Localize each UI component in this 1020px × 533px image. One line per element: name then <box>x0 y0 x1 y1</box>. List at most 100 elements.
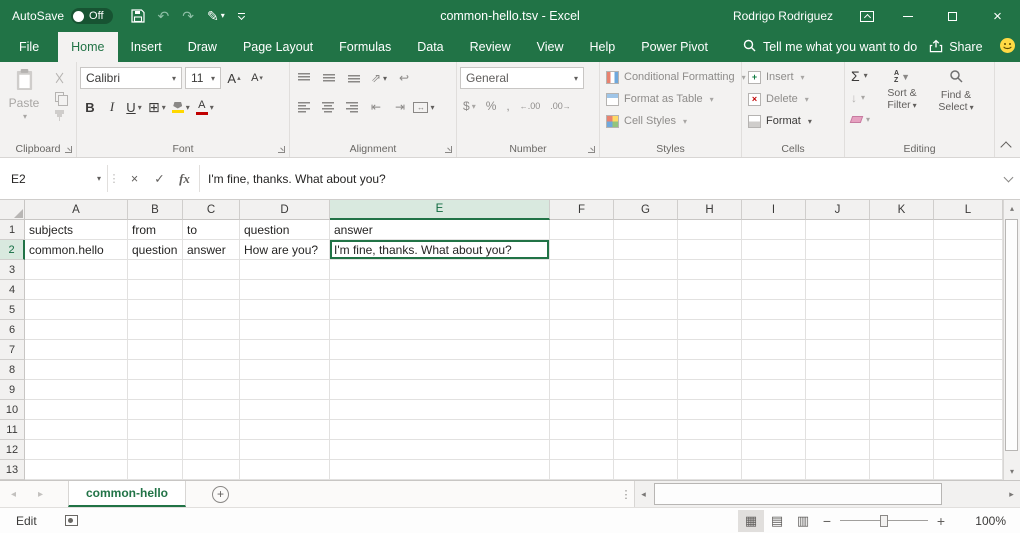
cell-C5[interactable] <box>183 300 240 320</box>
cell-B13[interactable] <box>128 460 183 480</box>
cell-E3[interactable] <box>330 260 550 280</box>
cell-B10[interactable] <box>128 400 183 420</box>
scroll-left-icon[interactable]: ◂ <box>635 481 652 507</box>
column-header-G[interactable]: G <box>614 200 678 220</box>
cell-H11[interactable] <box>678 420 742 440</box>
cell-C12[interactable] <box>183 440 240 460</box>
cell-I9[interactable] <box>742 380 806 400</box>
ribbon-tab-data[interactable]: Data <box>404 32 456 62</box>
comma-style-button[interactable]: , <box>503 96 512 116</box>
cell-K7[interactable] <box>870 340 934 360</box>
cell-F13[interactable] <box>550 460 614 480</box>
increase-font-size-button[interactable]: A▴ <box>224 67 244 89</box>
cell-A7[interactable] <box>25 340 128 360</box>
cell-H13[interactable] <box>678 460 742 480</box>
cell-J4[interactable] <box>806 280 870 300</box>
cell-J11[interactable] <box>806 420 870 440</box>
font-color-button[interactable]: A▾ <box>194 96 216 118</box>
borders-button[interactable]: ⊞▾ <box>146 96 168 118</box>
new-sheet-button[interactable]: + <box>212 486 229 503</box>
cell-D11[interactable] <box>240 420 330 440</box>
format-as-table-button[interactable]: Format as Table ▾ <box>603 90 738 108</box>
cell-C1[interactable]: to <box>183 220 240 240</box>
cell-A9[interactable] <box>25 380 128 400</box>
align-right-button[interactable] <box>341 96 363 118</box>
cell-L9[interactable] <box>934 380 1003 400</box>
decrease-indent-button[interactable]: ⇤ <box>365 96 387 118</box>
row-header-9[interactable]: 9 <box>0 380 25 400</box>
font-name-select[interactable]: Calibri ▾ <box>80 67 182 89</box>
cell-F8[interactable] <box>550 360 614 380</box>
cell-B1[interactable]: from <box>128 220 183 240</box>
cell-B7[interactable] <box>128 340 183 360</box>
cell-J13[interactable] <box>806 460 870 480</box>
wrap-text-button[interactable]: ↩ <box>393 67 415 89</box>
cell-B2[interactable]: question <box>128 240 183 260</box>
increase-indent-button[interactable]: ⇥ <box>389 96 411 118</box>
cell-E2[interactable]: I'm fine, thanks. What about you? <box>330 240 550 260</box>
cell-B8[interactable] <box>128 360 183 380</box>
cell-F10[interactable] <box>550 400 614 420</box>
clear-button[interactable]: ▾ <box>848 110 873 129</box>
cell-A6[interactable] <box>25 320 128 340</box>
cell-K12[interactable] <box>870 440 934 460</box>
cell-I7[interactable] <box>742 340 806 360</box>
column-header-D[interactable]: D <box>240 200 330 220</box>
customize-quick-access-icon[interactable] <box>238 13 245 19</box>
cell-A4[interactable] <box>25 280 128 300</box>
cell-F3[interactable] <box>550 260 614 280</box>
column-header-J[interactable]: J <box>806 200 870 220</box>
cell-E5[interactable] <box>330 300 550 320</box>
save-icon[interactable] <box>131 9 145 23</box>
cell-G11[interactable] <box>614 420 678 440</box>
row-header-5[interactable]: 5 <box>0 300 25 320</box>
enter-icon[interactable]: ✓ <box>147 171 172 186</box>
cell-H3[interactable] <box>678 260 742 280</box>
cell-H9[interactable] <box>678 380 742 400</box>
select-all-corner[interactable] <box>0 200 25 220</box>
dialog-launcher-icon[interactable] <box>278 146 285 153</box>
cell-I11[interactable] <box>742 420 806 440</box>
cell-A10[interactable] <box>25 400 128 420</box>
cell-L2[interactable] <box>934 240 1003 260</box>
cell-D3[interactable] <box>240 260 330 280</box>
cell-D6[interactable] <box>240 320 330 340</box>
tell-me-box[interactable]: Tell me what you want to do <box>731 32 929 62</box>
cell-K3[interactable] <box>870 260 934 280</box>
cell-G12[interactable] <box>614 440 678 460</box>
cell-I8[interactable] <box>742 360 806 380</box>
cell-C13[interactable] <box>183 460 240 480</box>
cell-D8[interactable] <box>240 360 330 380</box>
cell-L1[interactable] <box>934 220 1003 240</box>
cell-D5[interactable] <box>240 300 330 320</box>
cell-K11[interactable] <box>870 420 934 440</box>
cell-I4[interactable] <box>742 280 806 300</box>
paste-button[interactable]: Paste ▾ <box>3 65 45 121</box>
row-header-6[interactable]: 6 <box>0 320 25 340</box>
cell-G6[interactable] <box>614 320 678 340</box>
scroll-up-icon[interactable]: ▴ <box>1004 200 1020 217</box>
merge-center-button[interactable]: ↔▾ <box>413 96 435 118</box>
cell-H8[interactable] <box>678 360 742 380</box>
dialog-launcher-icon[interactable] <box>588 146 595 153</box>
cell-E8[interactable] <box>330 360 550 380</box>
sheet-nav-right-icon[interactable]: ▸ <box>27 481 54 507</box>
cell-G13[interactable] <box>614 460 678 480</box>
cell-C11[interactable] <box>183 420 240 440</box>
cell-I2[interactable] <box>742 240 806 260</box>
cell-E10[interactable] <box>330 400 550 420</box>
cell-E7[interactable] <box>330 340 550 360</box>
cell-H2[interactable] <box>678 240 742 260</box>
cell-I6[interactable] <box>742 320 806 340</box>
row-header-3[interactable]: 3 <box>0 260 25 280</box>
zoom-slider-thumb[interactable] <box>880 515 888 527</box>
cell-L8[interactable] <box>934 360 1003 380</box>
cell-K6[interactable] <box>870 320 934 340</box>
cell-K9[interactable] <box>870 380 934 400</box>
cell-F6[interactable] <box>550 320 614 340</box>
zoom-out-icon[interactable]: − <box>816 513 838 529</box>
cell-K8[interactable] <box>870 360 934 380</box>
orientation-button[interactable]: ⇗▾ <box>368 67 390 89</box>
row-header-1[interactable]: 1 <box>0 220 25 240</box>
cell-J3[interactable] <box>806 260 870 280</box>
